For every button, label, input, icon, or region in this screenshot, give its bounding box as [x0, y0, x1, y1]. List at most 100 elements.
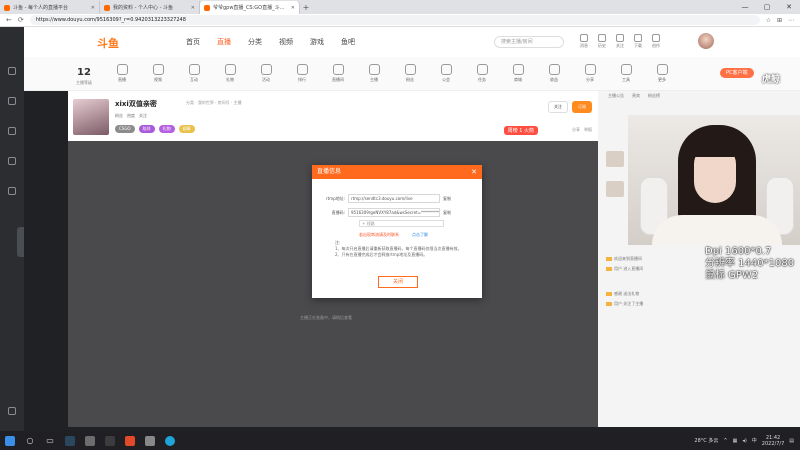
sidebar-item-1[interactable] — [0, 67, 24, 76]
steam-icon[interactable] — [60, 431, 80, 450]
notification-icon[interactable]: ▤ — [789, 438, 794, 444]
nav-home[interactable]: 首页 — [186, 37, 200, 47]
clock[interactable]: 21:42 2022/7/7 — [762, 435, 784, 447]
copy-rtmp-button[interactable]: 复制 — [440, 196, 451, 202]
edge-browser-icon[interactable] — [160, 431, 180, 450]
nav-game[interactable]: 游戏 — [310, 37, 324, 47]
network-icon[interactable]: ▦ — [733, 438, 738, 444]
header-icon-follow[interactable]: 关注 — [616, 34, 624, 49]
star-icon[interactable]: ☆ — [766, 17, 771, 24]
header-icon-history[interactable]: 历史 — [598, 34, 606, 49]
feature-item[interactable]: 视频 — [146, 64, 170, 83]
app-icon[interactable] — [120, 431, 140, 450]
game-icon — [8, 187, 16, 195]
search-input[interactable]: 搜索主播/房间 — [494, 36, 564, 48]
nav-video[interactable]: 视频 — [279, 37, 293, 47]
windows-start-icon[interactable] — [0, 431, 20, 450]
feature-item[interactable]: 互动 — [182, 64, 206, 83]
nav-yuba[interactable]: 鱼吧 — [341, 37, 355, 47]
feature-item[interactable]: 活动 — [254, 64, 278, 83]
new-tab-button[interactable]: + — [300, 1, 312, 14]
tray-arrow-icon[interactable]: ^ — [723, 438, 727, 444]
browser-tab-1[interactable]: 斗鱼 - 每个人的直播平台 ✕ — [0, 1, 100, 14]
close-icon[interactable]: ✕ — [191, 5, 195, 11]
feature-item[interactable]: 任务 — [470, 64, 494, 83]
search-icon[interactable]: ○ — [20, 431, 40, 450]
weather-text[interactable]: 28°C 多云 — [694, 437, 718, 444]
task-view-icon[interactable]: ▭ — [40, 431, 60, 450]
header-icon-download[interactable]: 下载 — [634, 34, 642, 49]
feature-item[interactable]: 礼物 — [218, 64, 242, 83]
pc-client-button[interactable]: PC客户端 — [720, 68, 754, 78]
report-button[interactable]: 举报 — [584, 127, 592, 133]
room-tag[interactable]: CSGO — [115, 125, 135, 133]
sidebar-item-2[interactable] — [0, 97, 24, 106]
room-tag[interactable]: 勋章 — [178, 125, 195, 133]
share-button[interactable]: 分享 — [572, 127, 580, 133]
room-info: xixi双值亲密 分类 · 我的世界 · 房间号 · 主播 粉丝 热度 关注 C… — [68, 91, 598, 141]
browser-tab-3[interactable]: 爷爷gpw直播_CS:GO直播_斗鱼直播 ✕ — [200, 1, 300, 14]
stream-brand-logo: 虎鲸 — [762, 75, 781, 85]
chat-tab[interactable]: 主播公告 — [608, 93, 624, 99]
code-field[interactable]: 9516309rgeNVXY87ad&wsSecret=************… — [348, 208, 440, 217]
subscribe-button[interactable]: 订阅 — [572, 101, 592, 113]
room-tag[interactable]: 陪伴 — [138, 125, 155, 133]
chat-tab[interactable]: 粉丝榜 — [648, 93, 660, 99]
close-icon[interactable]: ✕ — [91, 5, 95, 11]
menu-icon[interactable]: ⋯ — [788, 17, 794, 24]
ime-indicator[interactable]: 中 — [752, 437, 757, 444]
close-window-icon[interactable]: ✕ — [778, 0, 800, 14]
maximize-icon[interactable]: ▢ — [756, 0, 778, 14]
rtmp-field[interactable]: rtmp://sendtc3.douyu.com/live — [348, 194, 440, 203]
feature-item[interactable]: 更多 — [650, 64, 674, 83]
sidebar-collapse-handle[interactable] — [17, 227, 24, 257]
volume-icon[interactable]: ◂) — [742, 438, 746, 444]
sidebar-item-settings[interactable] — [0, 407, 24, 416]
nav-category[interactable]: 分类 — [248, 37, 262, 47]
close-dialog-button[interactable]: 关闭 — [378, 276, 418, 288]
windows-taskbar: ○ ▭ 28°C 多云 ^ ▦ ◂) 中 21:42 2022/7/7 ▤ — [0, 431, 800, 450]
feature-item[interactable]: 主播 — [362, 64, 386, 83]
line-select[interactable]: + 线路 — [359, 220, 444, 227]
extensions-icon[interactable]: ⊞ — [777, 17, 782, 24]
back-icon[interactable]: ← — [6, 16, 12, 24]
anchor-level: 12 主播等级 — [76, 67, 92, 85]
app-icon[interactable] — [140, 431, 160, 450]
url-input[interactable]: https://www.douyu.com/9516309?_r=0.94203… — [29, 15, 760, 25]
feature-item[interactable]: 商城 — [506, 64, 530, 83]
feature-item[interactable]: 直播 — [110, 64, 134, 83]
feature-item[interactable]: 直播间 — [326, 64, 350, 83]
feature-item[interactable]: 工具 — [614, 64, 638, 83]
sidebar-item-3[interactable] — [0, 127, 24, 136]
learn-more-link[interactable]: 点击了解 — [412, 232, 428, 238]
close-icon[interactable]: ✕ — [291, 5, 295, 11]
feature-item[interactable]: 公会 — [434, 64, 458, 83]
feature-item[interactable]: 粉丝 — [398, 64, 422, 83]
follow-button[interactable]: 关注 — [548, 101, 568, 113]
room-tag[interactable]: 礼物 — [158, 125, 175, 133]
refresh-icon[interactable]: ⟳ — [18, 16, 24, 24]
feature-item[interactable]: 排行 — [290, 64, 314, 83]
user-avatar[interactable] — [698, 33, 714, 49]
minimize-icon[interactable]: — — [734, 0, 756, 14]
douyu-logo[interactable]: 斗鱼 — [97, 35, 119, 51]
gift-icon — [224, 64, 236, 75]
sidebar-item-5[interactable] — [0, 187, 24, 196]
message-icon — [580, 34, 588, 42]
share-icon — [584, 64, 596, 75]
app-icon[interactable] — [80, 431, 100, 450]
chat-tab[interactable]: 贵宾 — [632, 93, 640, 99]
feature-item[interactable]: 分享 — [578, 64, 602, 83]
nav-live[interactable]: 直播 — [217, 37, 231, 47]
anchor-avatar[interactable] — [73, 99, 109, 135]
fans-icon — [404, 64, 416, 75]
header-icon-create[interactable]: 创作 — [652, 34, 660, 49]
rank-badge[interactable]: 周榜 1 火箭 — [503, 126, 538, 135]
browser-tab-2[interactable]: 我的资料 - 个人中心 - 斗鱼 ✕ — [100, 1, 200, 14]
close-icon[interactable]: ✕ — [471, 165, 477, 179]
header-icon-message[interactable]: 消息 — [580, 34, 588, 49]
copy-code-button[interactable]: 复制 — [440, 210, 451, 216]
sidebar-item-4[interactable] — [0, 157, 24, 166]
feature-item[interactable]: 收益 — [542, 64, 566, 83]
app-icon[interactable] — [100, 431, 120, 450]
